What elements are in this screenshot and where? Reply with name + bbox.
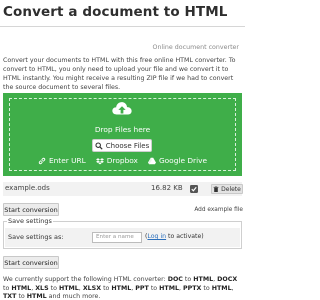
save-settings-label: Save settings as: [8, 233, 64, 241]
choose-files-label: Choose Files [105, 141, 150, 150]
link-icon [38, 157, 46, 164]
upload-sources: Enter URL Dropbox Google Drive [3, 156, 242, 165]
add-example-file-link[interactable]: Add example file [194, 207, 243, 213]
drop-files-text: Drop Files here [94, 125, 151, 134]
start-conversion-button[interactable]: Start conversion [3, 203, 59, 216]
cloud-upload-icon [112, 102, 132, 115]
page-subtitle: Online document converter [152, 44, 239, 51]
support-item: XLS to HTML, [35, 284, 83, 292]
save-settings-row: Save settings as: Enter a name (Log in t… [5, 228, 240, 247]
save-settings-fieldset: Save settings Save settings as: Enter a … [3, 217, 242, 249]
support-item: XLSX to HTML, [82, 284, 136, 292]
delete-label: Delete [221, 185, 241, 193]
support-item: PPT to HTML, [135, 284, 184, 292]
page-title: Convert a document to HTML [3, 4, 228, 20]
settings-name-input[interactable]: Enter a name [92, 232, 142, 243]
google-drive-label: Google Drive [158, 156, 208, 165]
dropbox-button[interactable]: Dropbox [95, 156, 138, 165]
enter-url-button[interactable]: Enter URL [38, 156, 86, 165]
title-divider [0, 26, 245, 27]
enter-url-label: Enter URL [48, 156, 86, 165]
google-drive-button[interactable]: Google Drive [147, 156, 208, 165]
file-size: 16.82 KB [151, 184, 183, 192]
login-hint: (Log in to activate) [145, 233, 204, 240]
choose-files-button[interactable]: Choose Files [92, 139, 152, 152]
start-conversion-button-bottom[interactable]: Start conversion [3, 256, 59, 269]
check-icon [190, 185, 198, 193]
support-prefix: We currently support the following HTML … [3, 276, 168, 283]
support-item: DOC to HTML, [167, 276, 218, 283]
login-hint-suffix: to activate) [166, 233, 204, 240]
supported-converters-text: We currently support the following HTML … [3, 276, 243, 300]
support-item: PPTX to HTML, [183, 284, 234, 292]
intro-text: Convert your documents to HTML with this… [3, 57, 236, 91]
google-drive-icon [147, 157, 156, 164]
save-settings-legend: Save settings [7, 217, 53, 225]
login-link[interactable]: Log in [147, 233, 166, 240]
trash-icon [213, 186, 219, 192]
support-item: TXT to HTML [3, 293, 47, 300]
delete-file-button[interactable]: Delete [211, 184, 243, 194]
dropbox-icon [95, 157, 104, 164]
file-name: example.ods [5, 184, 50, 192]
support-suffix: and much more. [48, 293, 101, 300]
file-row: example.ods 16.82 KB Delete [3, 182, 243, 196]
upload-dropzone[interactable]: Drop Files here Choose Files Enter URL D… [3, 93, 242, 176]
search-icon [95, 141, 103, 150]
dropbox-label: Dropbox [106, 156, 138, 165]
